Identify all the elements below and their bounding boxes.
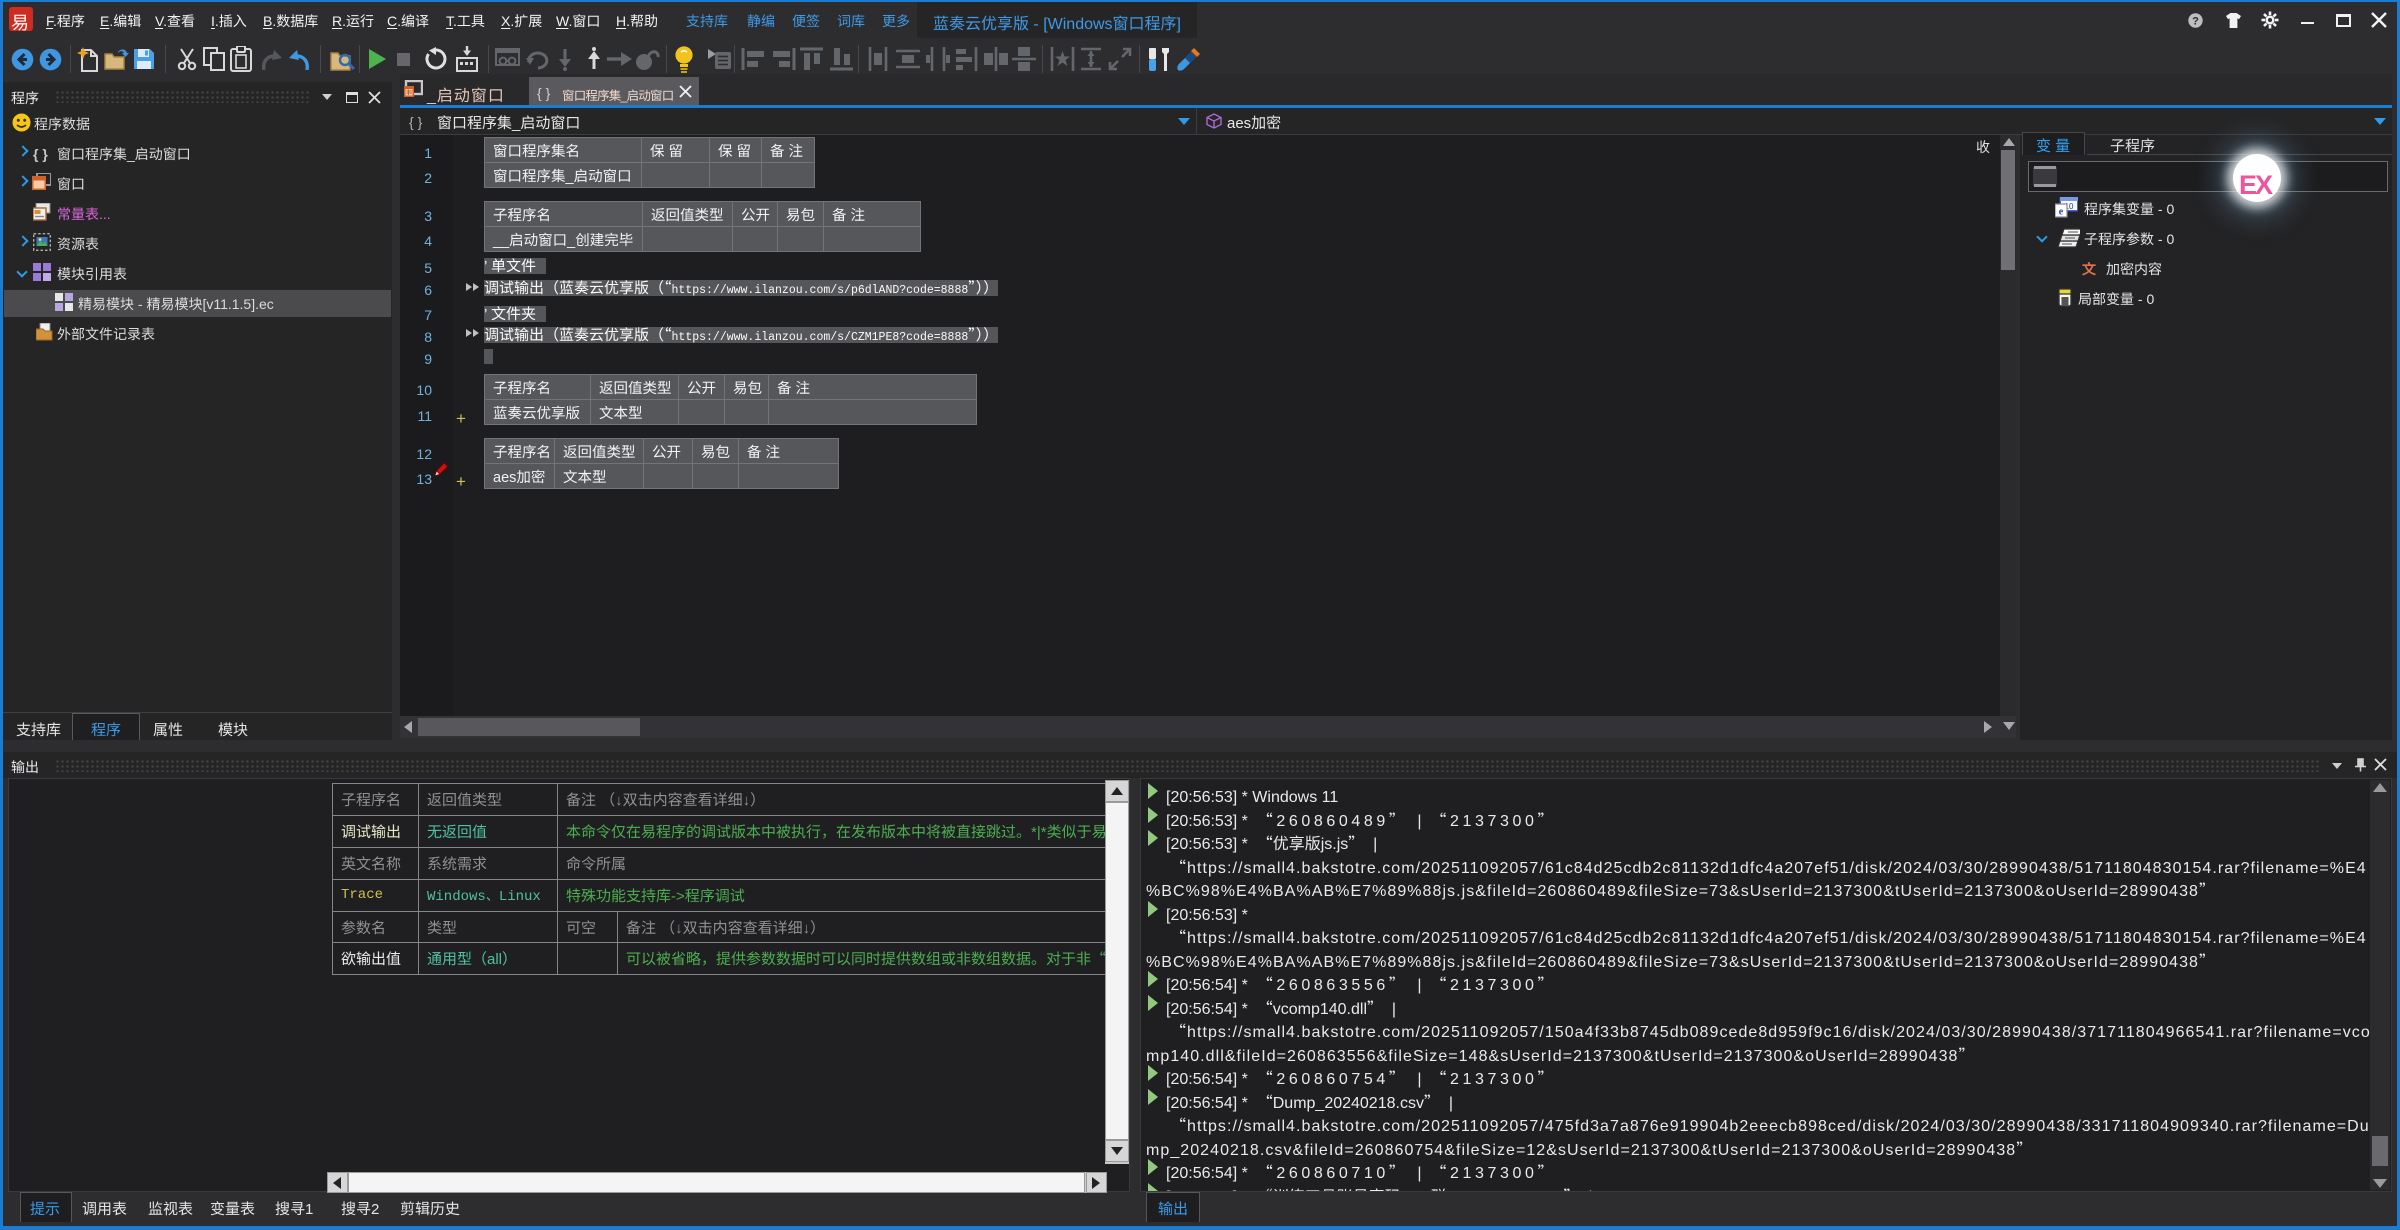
svg-text:?: ?: [2192, 15, 2199, 27]
svg-text:e: e: [2059, 207, 2064, 218]
